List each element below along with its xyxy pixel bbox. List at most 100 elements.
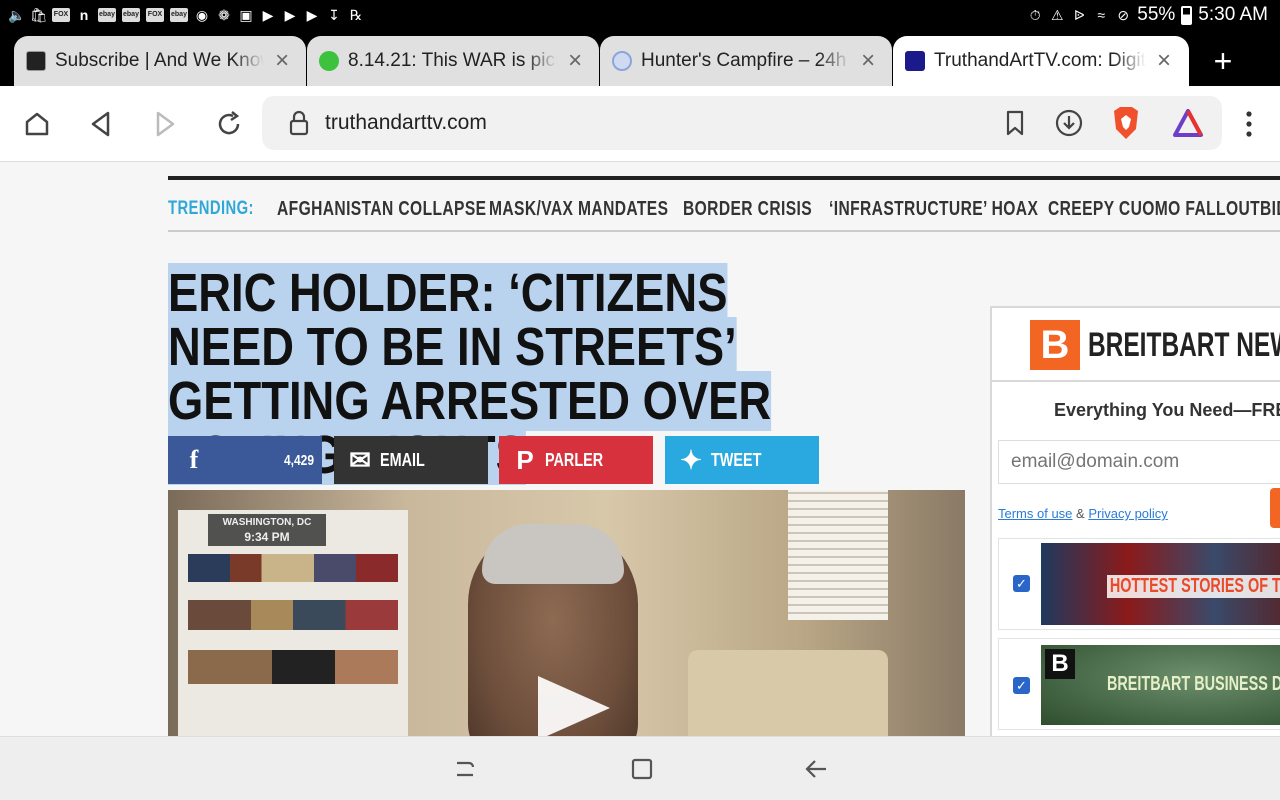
- trending-bar: TRENDING: AFGHANISTAN COLLAPSE MASK/VAX …: [168, 176, 1280, 232]
- video-player[interactable]: WASHINGTON, DC 9:34 PM: [168, 490, 965, 736]
- newsletter-option[interactable]: ✓ HOTTEST STORIES OF THE DAY: [998, 538, 1280, 630]
- back-icon: [91, 111, 110, 137]
- prescription-icon: ℞: [349, 7, 363, 23]
- ebay-icon: ebay: [122, 8, 140, 22]
- tab-truthandarttv[interactable]: TruthandArtTV.com: Digital ×: [893, 36, 1189, 86]
- wifi-icon: ≈: [1097, 7, 1106, 23]
- subscribe-button[interactable]: [1270, 488, 1280, 528]
- recents-button[interactable]: [452, 755, 480, 783]
- sofa: [688, 650, 888, 736]
- trending-item[interactable]: AFGHANISTAN COLLAPSE: [277, 198, 486, 221]
- facebook-share-button[interactable]: f 4,429: [168, 436, 322, 484]
- twitter-share-button[interactable]: ✦ TWEET: [665, 436, 819, 484]
- bookshelf-books: [188, 600, 398, 630]
- ebay-icon: ebay: [98, 8, 116, 22]
- checkbox-checked[interactable]: ✓: [1013, 677, 1030, 694]
- parler-share-button[interactable]: P PARLER: [499, 436, 653, 484]
- breitbart-logo: B: [1030, 320, 1080, 370]
- pinwheel-icon: ❁: [218, 7, 230, 23]
- play-icon[interactable]: [538, 676, 610, 736]
- terms-link[interactable]: Terms of use: [998, 506, 1072, 521]
- twitter-icon: ✦: [680, 444, 702, 475]
- back-nav-button[interactable]: [803, 755, 831, 783]
- newsletter-title: BREITBART NEWSLETTERS: [1088, 326, 1280, 364]
- tab-favicon: [612, 51, 632, 71]
- reload-icon: [218, 111, 240, 135]
- tab-war[interactable]: 8.14.21: This WAR is picking up ×: [307, 36, 599, 86]
- trending-item[interactable]: CREEPY CUOMO FALLOUT: [1048, 198, 1260, 221]
- ebay-icon: ebay: [170, 8, 188, 22]
- battery-percent: 55%: [1137, 4, 1176, 25]
- close-icon[interactable]: ×: [563, 49, 587, 73]
- newsletter-header: B BREITBART NEWSLETTERS: [992, 308, 1280, 382]
- tab-hunters-campfire[interactable]: Hunter's Campfire – 24h ×: [600, 36, 892, 86]
- image-icon: ▣: [239, 7, 253, 23]
- close-icon[interactable]: ×: [856, 49, 880, 73]
- facebook-count: 4,429: [284, 451, 315, 469]
- newsletter-signup: B BREITBART NEWSLETTERS Everything You N…: [990, 306, 1280, 736]
- youtube-icon: ▶: [306, 7, 318, 23]
- tab-favicon: [905, 51, 925, 71]
- youtube-icon: ▶: [262, 7, 274, 23]
- close-icon[interactable]: ×: [1152, 49, 1176, 73]
- trending-item[interactable]: MASK/VAX MANDATES: [489, 198, 668, 221]
- youtube-icon: ▶: [284, 7, 296, 23]
- rewards-icon[interactable]: [1172, 108, 1204, 138]
- close-icon[interactable]: ×: [270, 49, 294, 73]
- tab-strip: Subscribe | And We Know × 8.14.21: This …: [0, 34, 1280, 86]
- speaker-hair: [482, 524, 624, 584]
- bookshelf-books: [188, 554, 398, 582]
- url-text[interactable]: truthandarttv.com: [325, 111, 487, 135]
- newsletter-option-label: BREITBART BUSINESS DIGEST: [1107, 673, 1280, 695]
- forward-button[interactable]: [147, 106, 183, 142]
- alert-icon: ⚠: [1050, 7, 1064, 23]
- facebook-icon: f: [189, 445, 199, 474]
- web-page: TRENDING: AFGHANISTAN COLLAPSE MASK/VAX …: [0, 162, 1280, 736]
- privacy-link[interactable]: Privacy policy: [1088, 506, 1167, 521]
- home-nav-button[interactable]: [628, 755, 656, 783]
- trending-item[interactable]: BORDER CRISIS: [683, 198, 812, 221]
- newsletter-thumbnail: B BREITBART BUSINESS DIGEST: [1041, 645, 1280, 725]
- newsletter-tagline: Everything You Need—FREE!: [1054, 400, 1280, 420]
- bookshelf-books: [188, 650, 398, 684]
- battery-icon: [1181, 5, 1193, 25]
- status-bar: 🔈 🛍 FOX n ebay ebay FOX ebay ◉ ❁ ▣ ▶ ▶ ▶…: [0, 0, 1280, 34]
- lock-icon: [289, 110, 309, 136]
- home-icon: [25, 112, 49, 136]
- download-icon[interactable]: [1054, 108, 1084, 138]
- new-tab-button[interactable]: +: [1206, 45, 1240, 77]
- back-button[interactable]: [83, 106, 119, 142]
- do-not-disturb-icon: ⊘: [1117, 7, 1130, 23]
- tab-title: Hunter's Campfire – 24h: [641, 50, 847, 71]
- fox-news-icon: FOX: [52, 8, 70, 22]
- address-bar[interactable]: truthandarttv.com: [262, 96, 1222, 150]
- trending-label: TRENDING:: [168, 198, 254, 219]
- checkbox-checked[interactable]: ✓: [1013, 575, 1030, 592]
- home-button[interactable]: [19, 106, 55, 142]
- forward-icon: [156, 111, 175, 137]
- newsletter-option[interactable]: ✓ B BREITBART BUSINESS DIGEST: [998, 638, 1280, 730]
- fox-news-icon: FOX: [146, 8, 164, 22]
- home-square-icon: [631, 758, 653, 780]
- email-field[interactable]: [998, 440, 1280, 484]
- n-icon: n: [79, 7, 89, 23]
- alarm-icon: ⏱: [1029, 7, 1041, 23]
- trending-item[interactable]: ‘INFRASTRUCTURE’ HOAX: [829, 198, 1038, 221]
- menu-button[interactable]: [1231, 106, 1267, 142]
- location-time: 9:34 PM: [244, 530, 290, 544]
- tab-title: Subscribe | And We Know: [55, 50, 265, 71]
- brave-shields-icon[interactable]: [1110, 105, 1142, 141]
- clock: 5:30 AM: [1198, 4, 1268, 25]
- window: [788, 490, 888, 620]
- navigation-bar: [0, 736, 1280, 800]
- reload-button[interactable]: [211, 106, 247, 142]
- breitbart-b-icon: B: [1045, 649, 1075, 679]
- more-vertical-icon: [1246, 111, 1252, 137]
- bookmark-icon[interactable]: [1004, 110, 1026, 136]
- tab-subscribe[interactable]: Subscribe | And We Know ×: [14, 36, 306, 86]
- email-share-button[interactable]: ✉ EMAIL: [334, 436, 488, 484]
- notification-icons: 🔈 🛍 FOX n ebay ebay FOX ebay ◉ ❁ ▣ ▶ ▶ ▶…: [8, 7, 364, 23]
- back-arrow-icon: [805, 760, 826, 778]
- tab-favicon: [26, 51, 46, 71]
- trending-item[interactable]: BID: [1260, 198, 1280, 221]
